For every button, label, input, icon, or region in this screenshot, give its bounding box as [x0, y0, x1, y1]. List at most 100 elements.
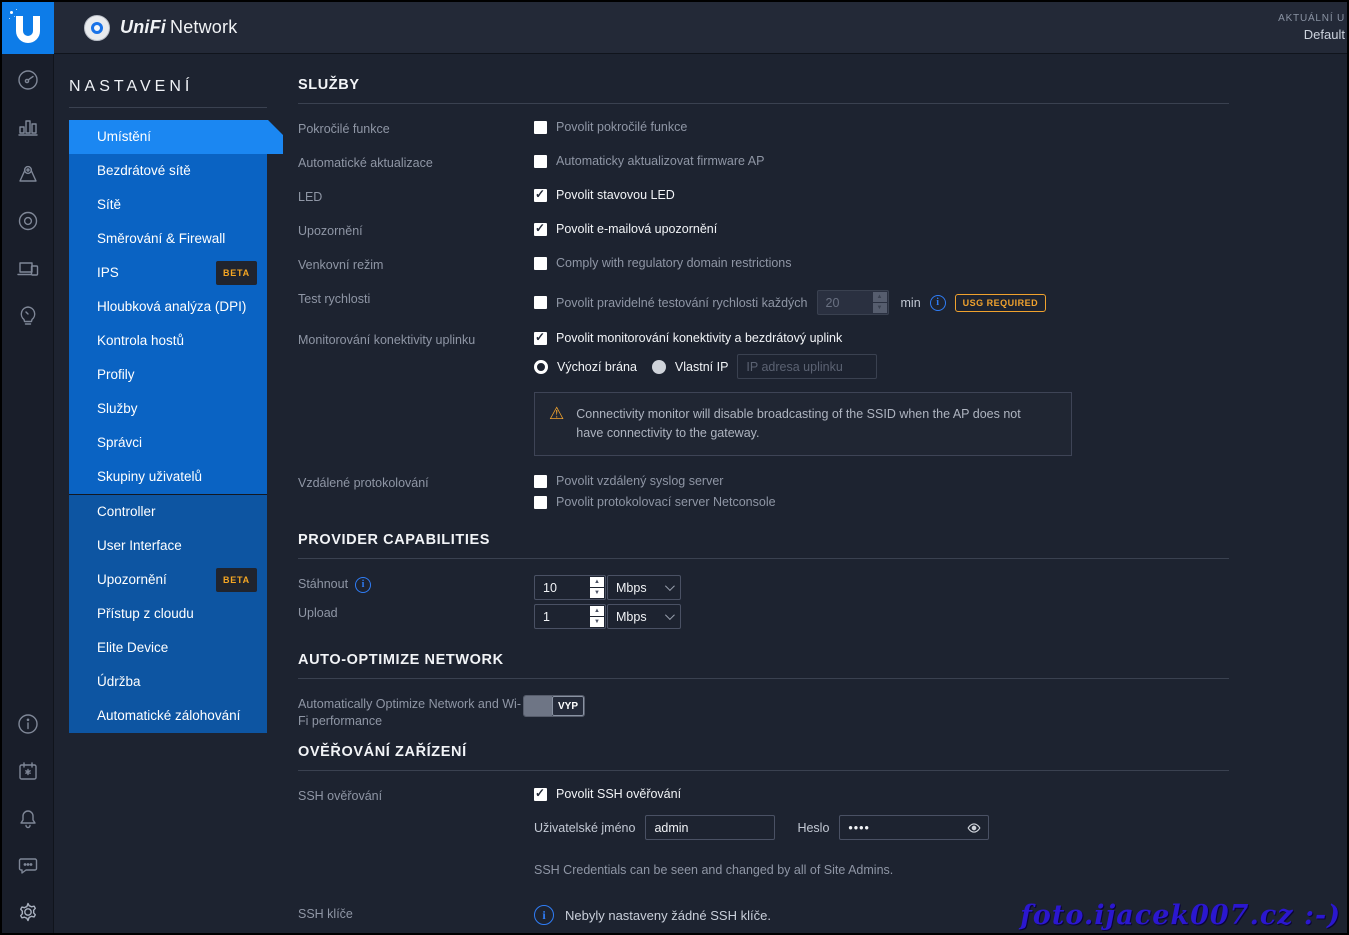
chevron-down-icon — [665, 581, 675, 591]
nav-item-umisteni[interactable]: Umístění — [69, 120, 283, 154]
nav-item-skupiny-uzivatelu[interactable]: Skupiny uživatelů — [69, 460, 267, 494]
chat-icon[interactable] — [15, 852, 41, 878]
speed-test-interval-input[interactable]: 20 ▲▼ — [817, 290, 889, 315]
radio-label[interactable]: Vlastní IP — [675, 360, 729, 374]
nav-item-user-interface[interactable]: User Interface — [69, 529, 267, 563]
nav-item-dpi[interactable]: Hloubková analýza (DPI) — [69, 290, 267, 324]
top-header: UniFiNetwork AKTUÁLNÍ U Default — [2, 2, 1347, 54]
alerts-icon[interactable] — [15, 805, 41, 831]
clients-icon[interactable] — [15, 255, 41, 281]
radio-label[interactable]: Výchozí brána — [557, 360, 637, 374]
stepper-arrows[interactable]: ▲▼ — [590, 576, 605, 599]
netconsole-checkbox[interactable] — [534, 496, 547, 509]
led-checkbox[interactable] — [534, 189, 547, 202]
row-advanced-features: Pokročilé funkce Povolit pokročilé funkc… — [298, 120, 1229, 138]
checkbox-label[interactable]: Comply with regulatory domain restrictio… — [556, 256, 792, 270]
stepper-arrows[interactable]: ▲▼ — [873, 291, 888, 314]
ssh-credentials-note: SSH Credentials can be seen and changed … — [534, 863, 989, 877]
nav-group-site: Umístění Bezdrátové sítě Sítě Směrování … — [69, 120, 267, 494]
default-gateway-radio[interactable] — [534, 360, 548, 374]
usg-required-badge: USG REQUIRED — [955, 294, 1047, 312]
outdoor-mode-checkbox[interactable] — [534, 257, 547, 270]
nav-item-profily[interactable]: Profily — [69, 358, 267, 392]
checkbox-label[interactable]: Povolit vzdálený syslog server — [556, 474, 723, 488]
section-title-services: SLUŽBY — [298, 77, 1229, 93]
section-title-provider: PROVIDER CAPABILITIES — [298, 532, 1229, 548]
insights-icon[interactable] — [15, 302, 41, 328]
app-title: UniFiNetwork — [120, 17, 237, 38]
settings-gear-icon[interactable] — [15, 899, 41, 925]
nav-item-smerovani-firewall[interactable]: Směrování & Firewall — [69, 222, 267, 256]
row-download: Stáhnout i 10 ▲▼ Mbps — [298, 575, 1229, 600]
info-rail-icon[interactable] — [15, 711, 41, 737]
current-site[interactable]: AKTUÁLNÍ U Default — [1278, 11, 1345, 43]
ubiquiti-u-icon — [16, 16, 40, 43]
custom-ip-radio[interactable] — [652, 360, 666, 374]
download-speed-input[interactable]: 10 ▲▼ — [534, 575, 606, 600]
nav-item-controller[interactable]: Controller — [69, 495, 267, 529]
auto-optimize-toggle[interactable]: VYP — [523, 695, 585, 717]
nav-item-udrzba[interactable]: Údržba — [69, 665, 267, 699]
statistics-icon[interactable] — [15, 114, 41, 140]
checkbox-label[interactable]: Povolit stavovou LED — [556, 188, 675, 202]
brand-network: Network — [170, 17, 237, 37]
upload-speed-input[interactable]: 1 ▲▼ — [534, 604, 606, 629]
nav-item-spravci[interactable]: Správci — [69, 426, 267, 460]
brand-unifi: UniFi — [120, 17, 166, 37]
nav-item-upozorneni[interactable]: UpozorněníBETA — [69, 563, 267, 597]
download-info-icon[interactable]: i — [355, 577, 371, 593]
ssh-username-input[interactable] — [645, 815, 775, 840]
download-unit-select[interactable]: Mbps — [607, 575, 681, 600]
nav-item-site[interactable]: Sítě — [69, 188, 267, 222]
nav-item-elite-device[interactable]: Elite Device — [69, 631, 267, 665]
uplink-monitor-checkbox[interactable] — [534, 332, 547, 345]
nav-item-sluzby[interactable]: Služby — [69, 392, 267, 426]
checkbox-label[interactable]: Povolit pokročilé funkce — [556, 120, 687, 134]
checkbox-label[interactable]: Povolit monitorování konektivity a bezdr… — [556, 331, 842, 345]
row-led: LED Povolit stavovou LED — [298, 188, 1229, 206]
events-icon[interactable] — [15, 758, 41, 784]
stepper-arrows[interactable]: ▲▼ — [590, 605, 605, 628]
checkbox-label[interactable]: Povolit e-mailová upozornění — [556, 222, 717, 236]
beta-badge: BETA — [216, 261, 257, 285]
section-divider — [298, 558, 1229, 559]
row-alerts: Upozornění Povolit e-mailová upozornění — [298, 222, 1229, 240]
uplink-ip-input[interactable] — [737, 354, 877, 379]
nav-title: NASTAVENÍ — [69, 78, 286, 96]
checkbox-label[interactable]: Povolit SSH ověřování — [556, 787, 681, 801]
ssh-auth-checkbox[interactable] — [534, 788, 547, 801]
nav-item-automaticke-zalohovani[interactable]: Automatické zálohování — [69, 699, 267, 733]
row-uplink-monitor: Monitorování konektivity uplinku Povolit… — [298, 331, 1229, 456]
devices-icon[interactable] — [15, 208, 41, 234]
syslog-checkbox[interactable] — [534, 475, 547, 488]
current-site-value: Default — [1278, 27, 1345, 43]
ssh-keys-info-icon: i — [534, 905, 554, 925]
toggle-state-label: VYP — [552, 696, 584, 716]
nav-item-kontrola-hostu[interactable]: Kontrola hostů — [69, 324, 267, 358]
nav-item-bezdratove-site[interactable]: Bezdrátové sítě — [69, 154, 267, 188]
toggle-knob — [524, 696, 552, 716]
upload-unit-select[interactable]: Mbps — [607, 604, 681, 629]
email-alerts-checkbox[interactable] — [534, 223, 547, 236]
checkbox-label[interactable]: Automaticky aktualizovat firmware AP — [556, 154, 764, 168]
checkbox-label[interactable]: Povolit protokolovací server Netconsole — [556, 495, 776, 509]
section-title-auto-optimize: AUTO-OPTIMIZE NETWORK — [298, 652, 1229, 668]
speed-test-checkbox[interactable] — [534, 296, 547, 309]
speed-test-info-icon[interactable]: i — [930, 295, 946, 311]
photographer-watermark: foto.ijacek007.cz :-) — [1020, 900, 1341, 931]
nav-item-ips[interactable]: IPSBETA — [69, 256, 267, 290]
connectivity-warning: ⚠ Connectivity monitor will disable broa… — [534, 392, 1072, 456]
row-outdoor-mode: Venkovní režim Comply with regulatory do… — [298, 256, 1229, 274]
nav-group-controller: Controller User Interface UpozorněníBETA… — [69, 494, 267, 733]
settings-nav: NASTAVENÍ Umístění Bezdrátové sítě Sítě … — [54, 54, 286, 933]
auto-update-checkbox[interactable] — [534, 155, 547, 168]
show-password-eye-icon[interactable] — [967, 821, 981, 835]
advanced-features-checkbox[interactable] — [534, 121, 547, 134]
app-window: UniFiNetwork AKTUÁLNÍ U Default — [0, 0, 1349, 935]
dashboard-icon[interactable] — [15, 67, 41, 93]
map-icon[interactable] — [15, 161, 41, 187]
chevron-down-icon — [665, 610, 675, 620]
nav-item-pristup-z-cloudu[interactable]: Přístup z cloudu — [69, 597, 267, 631]
checkbox-label[interactable]: Povolit pravidelné testování rychlosti k… — [556, 296, 808, 310]
ubiquiti-logo[interactable] — [2, 2, 54, 54]
